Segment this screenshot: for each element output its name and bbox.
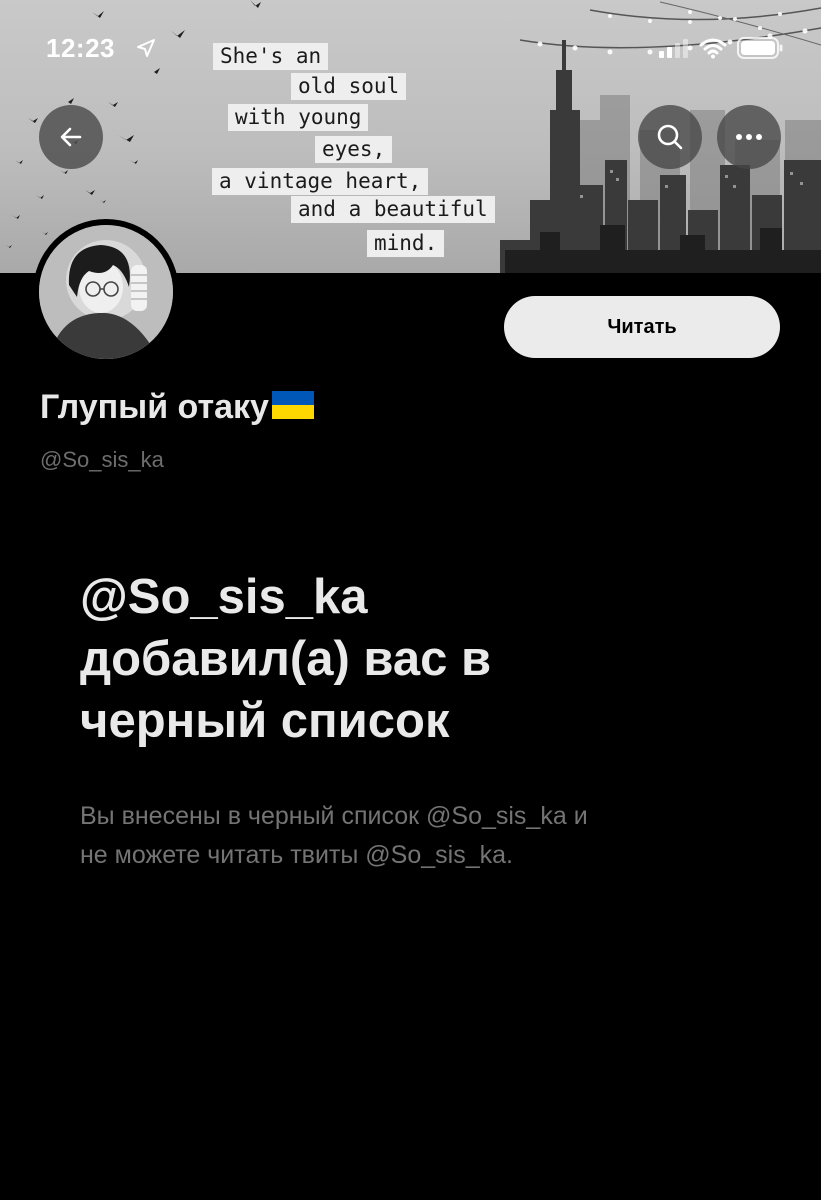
banner-quote-line: mind. <box>367 230 445 257</box>
avatar-image <box>39 225 173 359</box>
profile-display-name: Глупый отаку <box>40 388 314 427</box>
cellular-signal-icon <box>659 39 688 58</box>
more-horizontal-icon <box>736 134 762 140</box>
location-arrow-icon <box>137 39 155 57</box>
search-button[interactable] <box>638 105 702 169</box>
follow-button[interactable]: Читать <box>504 296 780 358</box>
more-options-button[interactable] <box>717 105 781 169</box>
blocked-desc-line: Вы внесены в черный список @So_sis_ka и <box>80 802 588 830</box>
wifi-icon <box>699 38 727 58</box>
avatar[interactable] <box>33 219 179 365</box>
blocked-notice-title: @So_sis_ka добавил(а) вас в черный списо… <box>80 566 700 752</box>
blocked-title-line: черный список <box>80 694 450 748</box>
banner-quote-line: a vintage heart, <box>212 168 429 195</box>
blocked-desc-line: не можете читать твиты @So_sis_ka. <box>80 841 513 869</box>
ukraine-flag-icon <box>271 390 314 419</box>
status-bar-indicators <box>659 37 783 59</box>
blocked-title-line: @So_sis_ka <box>80 570 368 624</box>
blocked-notice-description: Вы внесены в черный список @So_sis_ka и … <box>80 797 740 875</box>
search-icon <box>657 124 683 150</box>
banner-quote-line: with young <box>228 104 369 131</box>
display-name-text: Глупый отаку <box>40 388 269 426</box>
profile-handle: @So_sis_ka <box>40 447 164 472</box>
banner-quote-line: and a beautiful <box>291 196 495 223</box>
arrow-left-icon <box>60 127 82 147</box>
banner-quote-line: She's an <box>213 43 329 70</box>
blocked-title-line: добавил(а) вас в <box>80 632 492 686</box>
avatar-illustration <box>39 225 173 359</box>
banner-quote-line: eyes, <box>315 136 393 163</box>
battery-icon <box>737 37 783 59</box>
banner-quote-line: old soul <box>291 73 407 100</box>
back-button[interactable] <box>39 105 103 169</box>
status-bar-time: 12:23 <box>46 33 115 63</box>
